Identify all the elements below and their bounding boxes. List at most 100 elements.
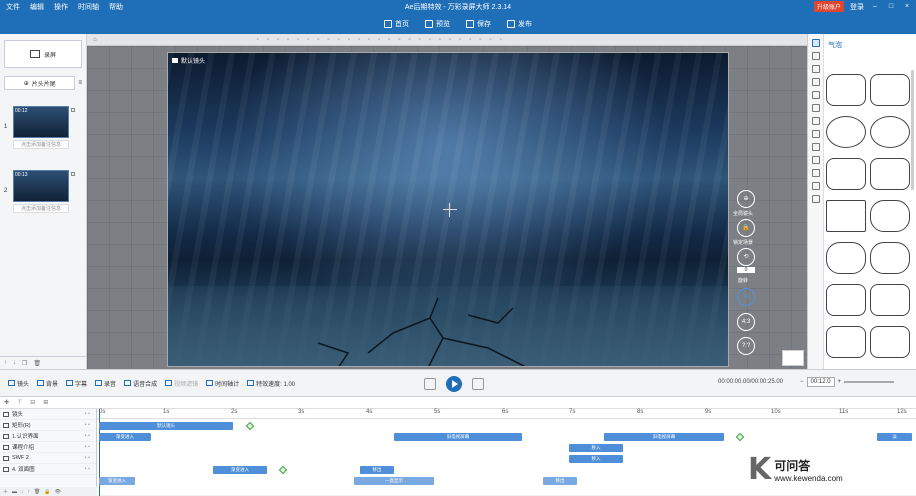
subtitle-button[interactable]: 字幕	[66, 379, 87, 388]
lens-button[interactable]: 镜头	[8, 379, 29, 388]
timeline-tool-button[interactable]: 时间轴计	[206, 379, 239, 388]
scene-note[interactable]: 点击添加备注信息	[13, 204, 69, 213]
background-button[interactable]: 背景	[37, 379, 58, 388]
track-row[interactable]: 课程介绍 • •	[0, 442, 96, 453]
crosshair-icon[interactable]	[443, 203, 457, 217]
scene-item-1[interactable]: 1 00:12 点击添加备注信息	[4, 106, 78, 156]
bubble-item[interactable]	[826, 74, 866, 106]
shape-icon[interactable]	[811, 65, 820, 73]
ratio-custom-button[interactable]: ?:?	[737, 337, 755, 355]
timeline-clip[interactable]: 移出	[543, 477, 577, 485]
save-button[interactable]: 保存	[466, 19, 491, 29]
prev-frame-button[interactable]	[424, 378, 436, 390]
play-button[interactable]	[446, 376, 462, 392]
pen-icon[interactable]	[811, 52, 820, 60]
timeline-clip[interactable]: 渐变进入	[213, 466, 267, 474]
close-icon[interactable]: ×	[902, 3, 912, 10]
bubble-item[interactable]	[870, 158, 910, 190]
eye-icon[interactable]: 👁	[55, 489, 61, 495]
rotate-icon[interactable]: ⟲	[737, 248, 755, 266]
bubble-item[interactable]	[826, 242, 866, 274]
copy-icon[interactable]	[71, 108, 75, 112]
folder-icon[interactable]: ▬	[12, 489, 17, 495]
copy-icon[interactable]	[71, 172, 75, 176]
speed-button[interactable]: 特效速度: 1.00	[247, 379, 295, 388]
video-icon[interactable]	[811, 195, 820, 203]
global-lens-button[interactable]: ⊕	[737, 190, 755, 208]
zoom-value[interactable]: 00:12.0	[806, 377, 835, 387]
rotate-value[interactable]: 0	[737, 267, 755, 273]
scene-stage[interactable]: 默认镜头	[167, 52, 729, 367]
scene-note[interactable]: 点击添加备注信息	[13, 140, 69, 149]
timeline-clip[interactable]: 一直显示	[354, 477, 434, 485]
keyframe[interactable]	[245, 421, 255, 431]
move-down-icon[interactable]: ↓	[13, 360, 16, 366]
add-icon[interactable]: ✚	[4, 399, 9, 406]
bubble-item[interactable]	[826, 326, 866, 358]
bubble-item[interactable]	[870, 326, 910, 358]
publish-button[interactable]: 发布	[507, 19, 532, 29]
track-menu-icon[interactable]: • •	[85, 466, 90, 472]
track-menu-icon[interactable]: • •	[85, 422, 90, 428]
maximize-icon[interactable]: □	[886, 3, 896, 10]
move-up-icon[interactable]: ↑	[4, 360, 7, 366]
track-row[interactable]: 镜头 • •	[0, 409, 96, 420]
next-frame-button[interactable]	[472, 378, 484, 390]
keyframe[interactable]	[735, 432, 745, 442]
duplicate-icon[interactable]: ❐	[22, 360, 27, 367]
timeline-clip[interactable]: 旧电视屏幕	[604, 433, 724, 441]
chart-icon[interactable]	[811, 182, 820, 190]
bubble-item[interactable]	[826, 158, 866, 190]
track-menu-icon[interactable]: • •	[85, 433, 90, 439]
align-icon[interactable]: ⊞	[43, 399, 48, 406]
menu-edit[interactable]: 编辑	[30, 2, 44, 12]
track-menu-icon[interactable]: • •	[85, 411, 90, 417]
home-button[interactable]: 首页	[384, 19, 409, 29]
scrollbar[interactable]	[911, 70, 914, 190]
bubble-item[interactable]	[870, 74, 910, 106]
timeline-clip[interactable]: 移入	[569, 455, 623, 463]
grid-toggle-icon[interactable]: ⊞	[737, 288, 755, 306]
login-button[interactable]: 登录	[850, 2, 864, 12]
track-menu-icon[interactable]: • •	[85, 444, 90, 450]
menu-operate[interactable]: 操作	[54, 2, 68, 12]
move-up-icon[interactable]: ↑	[28, 489, 31, 495]
split-icon[interactable]: ⊟	[30, 399, 35, 406]
lock-icon[interactable]: 🔒	[44, 489, 50, 495]
fire-icon[interactable]	[811, 117, 820, 125]
scene-thumbnail[interactable]: 00:13	[13, 170, 69, 202]
ratio-43-button[interactable]: 4:3	[737, 313, 755, 331]
scissors-icon[interactable]	[811, 169, 820, 177]
record-button[interactable]: 录屏	[4, 40, 82, 68]
bubble-item[interactable]	[870, 284, 910, 316]
bubble-item[interactable]	[870, 200, 910, 232]
delete-icon[interactable]: 🗑	[33, 360, 41, 367]
zoom-out-icon[interactable]: −	[800, 379, 804, 385]
bubble-item[interactable]	[870, 116, 910, 148]
bubble-item[interactable]	[826, 200, 866, 232]
track-row[interactable]: 矩形(R) • •	[0, 420, 96, 431]
tts-button[interactable]: 语音合成	[124, 379, 157, 388]
menu-file[interactable]: 文件	[6, 2, 20, 12]
filter-button[interactable]: 视频滤镜	[165, 379, 198, 388]
home-view-icon[interactable]: ⌂	[93, 37, 97, 43]
zoom-slider[interactable]	[844, 381, 895, 383]
move-down-icon[interactable]: ↓	[21, 489, 24, 495]
minimize-icon[interactable]: –	[870, 3, 880, 10]
timeline-clip[interactable]: 移入	[569, 444, 623, 452]
image-icon[interactable]	[811, 78, 820, 86]
scene-thumbnail[interactable]: 00:12	[13, 106, 69, 138]
timeline-clip[interactable]: 渐变进入	[99, 433, 151, 441]
track-row[interactable]: 4. 双面图 • •	[0, 464, 96, 475]
bubble-item[interactable]	[870, 242, 910, 274]
timeline-clip[interactable]: 旧电视屏幕	[394, 433, 522, 441]
bubble-item[interactable]	[826, 284, 866, 316]
bubble-category-icon[interactable]	[811, 39, 820, 47]
swf-icon[interactable]	[811, 156, 820, 164]
keyframe[interactable]	[278, 465, 288, 475]
intro-outro-button[interactable]: ⊕ 片头片尾	[4, 76, 76, 90]
sort-icon[interactable]: ≡	[78, 80, 82, 86]
filter-icon[interactable]: ⊤	[17, 399, 22, 406]
upgrade-button[interactable]: 升级账户	[813, 1, 844, 12]
track-row[interactable]: SWF 2 • •	[0, 453, 96, 464]
